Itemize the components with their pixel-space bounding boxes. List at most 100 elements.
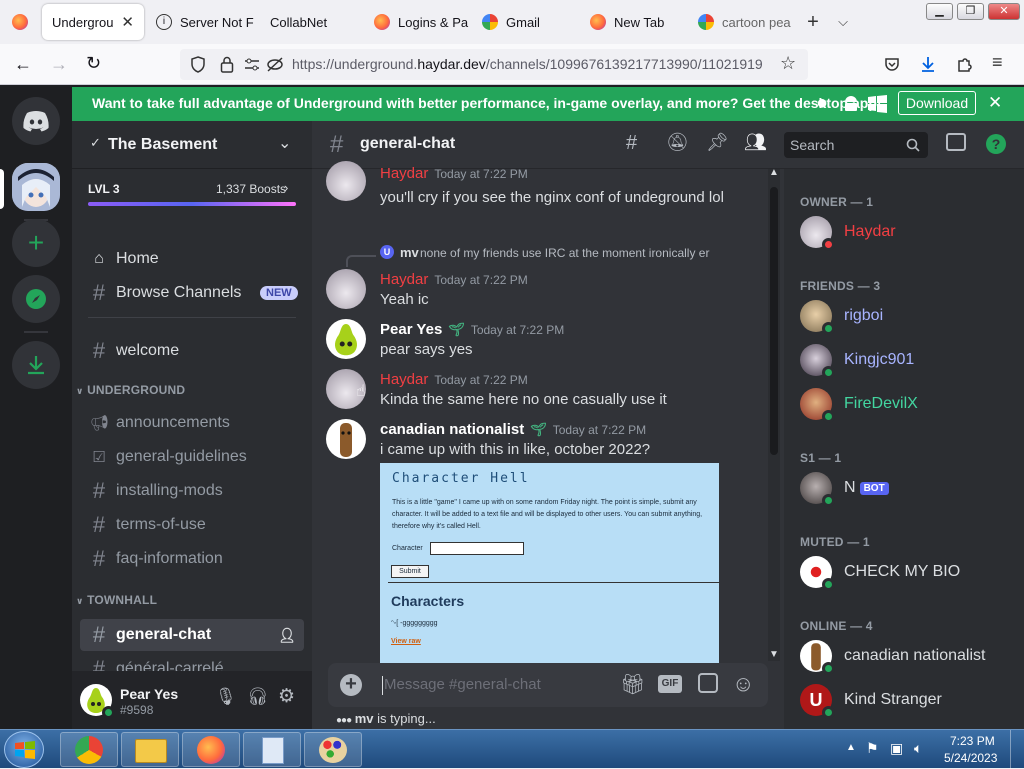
back-icon[interactable]: ←: [14, 54, 32, 75]
message-author[interactable]: canadian nationalist: [380, 421, 524, 438]
tab-new-tab[interactable]: New Tab: [580, 4, 688, 40]
avatar[interactable]: [326, 269, 366, 309]
new-tab-button[interactable]: +: [798, 11, 828, 34]
embed-image[interactable]: Character Hell This is a little "game" I…: [380, 463, 719, 673]
member-item[interactable]: Kingjc901: [792, 339, 1016, 381]
avatar[interactable]: [326, 161, 366, 201]
close-window-button[interactable]: ✕: [988, 3, 1020, 20]
tray-volume-icon[interactable]: 🔈︎: [914, 740, 922, 757]
message-author[interactable]: Haydar: [380, 165, 428, 182]
message-author[interactable]: Haydar: [380, 371, 428, 388]
member-item[interactable]: CHECK MY BIO: [792, 551, 1016, 593]
forward-icon[interactable]: →: [50, 54, 68, 75]
clock-date[interactable]: 5/24/2023: [944, 751, 997, 765]
start-button[interactable]: [4, 731, 44, 768]
category-underground[interactable]: ∨ UNDERGROUND: [76, 383, 185, 397]
clock-time[interactable]: 7:23 PM: [950, 734, 995, 748]
show-desktop-button[interactable]: [1010, 730, 1024, 769]
close-icon[interactable]: ✕: [121, 13, 134, 31]
avatar[interactable]: [326, 419, 366, 459]
minimize-button[interactable]: ▁: [926, 3, 953, 20]
download-app-button[interactable]: Download: [898, 91, 976, 115]
mute-mic-icon[interactable]: 🎙︎: [215, 687, 237, 707]
taskbar-paint[interactable]: [304, 732, 362, 767]
member-item[interactable]: U Kind Stranger: [792, 679, 1016, 721]
channel-welcome[interactable]: # welcome: [80, 335, 304, 367]
tab-cartoon-pea[interactable]: cartoon pea: [688, 4, 798, 40]
url-bar[interactable]: https://underground.haydar.dev/channels/…: [180, 49, 808, 80]
notifications-muted-icon[interactable]: 🔕︎: [666, 132, 689, 153]
settings-gear-icon[interactable]: ⚙: [278, 685, 295, 708]
gift-icon[interactable]: 🎁︎: [620, 672, 645, 697]
member-item[interactable]: N BOT: [792, 467, 1016, 509]
help-icon[interactable]: ?: [986, 134, 1006, 154]
shield-icon[interactable]: [190, 56, 206, 73]
extensions-icon[interactable]: [956, 55, 974, 73]
reply-preview[interactable]: U mv none of my friends use IRC at the m…: [312, 245, 772, 267]
url-text[interactable]: https://underground.haydar.dev/channels/…: [292, 56, 768, 72]
download-apps-button[interactable]: [12, 341, 60, 389]
menu-icon[interactable]: ≡: [992, 52, 1003, 73]
tab-collabnet[interactable]: CollabNet: [256, 4, 364, 40]
maximize-button[interactable]: ❐: [957, 3, 984, 20]
gif-icon[interactable]: GIF: [658, 675, 682, 693]
member-item[interactable]: FireDevilX: [792, 383, 1016, 425]
message-item[interactable]: Haydar Today at 7:22 PM Kinda the same he…: [312, 367, 772, 411]
member-item[interactable]: canadian nationalist: [792, 635, 1016, 677]
reload-icon[interactable]: ↻: [86, 53, 101, 74]
tab-server-not-found[interactable]: i Server Not F: [146, 4, 256, 40]
list-tabs-chevron-icon[interactable]: ⌵: [828, 14, 858, 30]
channel-installing-mods[interactable]: # installing-mods: [80, 475, 304, 507]
add-member-icon[interactable]: 👤︎: [278, 627, 296, 644]
boost-progress[interactable]: LVL 3 1,337 Boosts ›: [72, 169, 312, 209]
downloads-icon[interactable]: [919, 55, 937, 73]
message-placeholder[interactable]: Message #general-chat: [384, 676, 541, 693]
channel-general-chat[interactable]: # general-chat 👤︎: [80, 619, 304, 651]
banner-close-icon[interactable]: ✕: [988, 93, 1002, 113]
search-box[interactable]: Search: [784, 132, 928, 158]
chevron-down-icon[interactable]: ⌄: [278, 133, 291, 153]
pocket-icon[interactable]: [884, 56, 900, 72]
member-list-icon[interactable]: 👥︎: [744, 132, 767, 153]
server-header[interactable]: ✓ The Basement ⌄: [72, 121, 312, 169]
server-icon-the-basement[interactable]: [12, 163, 60, 211]
message-item[interactable]: Pear Yes 🌱︎ Today at 7:22 PM pear says yes: [312, 317, 772, 361]
lock-icon[interactable]: [220, 56, 234, 73]
tab-logins[interactable]: Logins & Pa: [364, 4, 472, 40]
channel-terms-of-use[interactable]: # terms-of-use: [80, 509, 304, 541]
message-author[interactable]: Pear Yes: [380, 321, 442, 338]
category-townhall[interactable]: ∨ TOWNHALL: [76, 593, 157, 607]
message-author[interactable]: Haydar: [380, 271, 428, 288]
tab-underground[interactable]: Underground ✕: [42, 4, 144, 40]
taskbar-notepad[interactable]: [243, 732, 301, 767]
permissions-icon[interactable]: [244, 57, 260, 72]
emoji-icon[interactable]: ☺: [732, 671, 754, 697]
message-item[interactable]: Haydar Today at 7:22 PM you'll cry if you…: [312, 161, 772, 217]
tray-flag-icon[interactable]: ⚑: [866, 740, 879, 757]
threads-icon[interactable]: #: [626, 132, 637, 155]
inbox-icon[interactable]: [946, 133, 966, 151]
scroll-up-icon[interactable]: ▲: [769, 167, 779, 178]
channel-faq-information[interactable]: # faq-information: [80, 543, 304, 575]
explore-servers-button[interactable]: [12, 275, 60, 323]
add-attachment-icon[interactable]: +: [340, 674, 362, 696]
taskbar-firefox[interactable]: [182, 732, 240, 767]
user-avatar[interactable]: [80, 684, 115, 719]
message-input-box[interactable]: + Message #general-chat 🎁︎ GIF ☺: [328, 663, 768, 707]
taskbar-chrome[interactable]: [60, 732, 118, 767]
taskbar-explorer[interactable]: [121, 732, 179, 767]
member-item[interactable]: rigboi: [792, 295, 1016, 337]
tray-network-icon[interactable]: ▣: [890, 740, 903, 757]
scroll-down-icon[interactable]: ▼: [769, 649, 779, 660]
bookmark-star-icon[interactable]: ☆: [780, 53, 796, 74]
message-item[interactable]: Haydar Today at 7:22 PM Yeah ic: [312, 267, 772, 311]
tracking-off-icon[interactable]: [266, 56, 284, 73]
firefox-view-button[interactable]: [0, 4, 40, 40]
home-discord-button[interactable]: [12, 97, 60, 145]
tab-gmail[interactable]: Gmail: [472, 4, 580, 40]
channel-announcements[interactable]: 📢︎ announcements: [80, 407, 304, 439]
scrollbar-thumb[interactable]: [770, 187, 778, 455]
scrollbar-track[interactable]: ▲ ▼: [768, 167, 780, 661]
nav-browse-channels[interactable]: # Browse Channels NEW: [80, 277, 304, 309]
pin-icon[interactable]: 📌︎: [706, 132, 729, 153]
